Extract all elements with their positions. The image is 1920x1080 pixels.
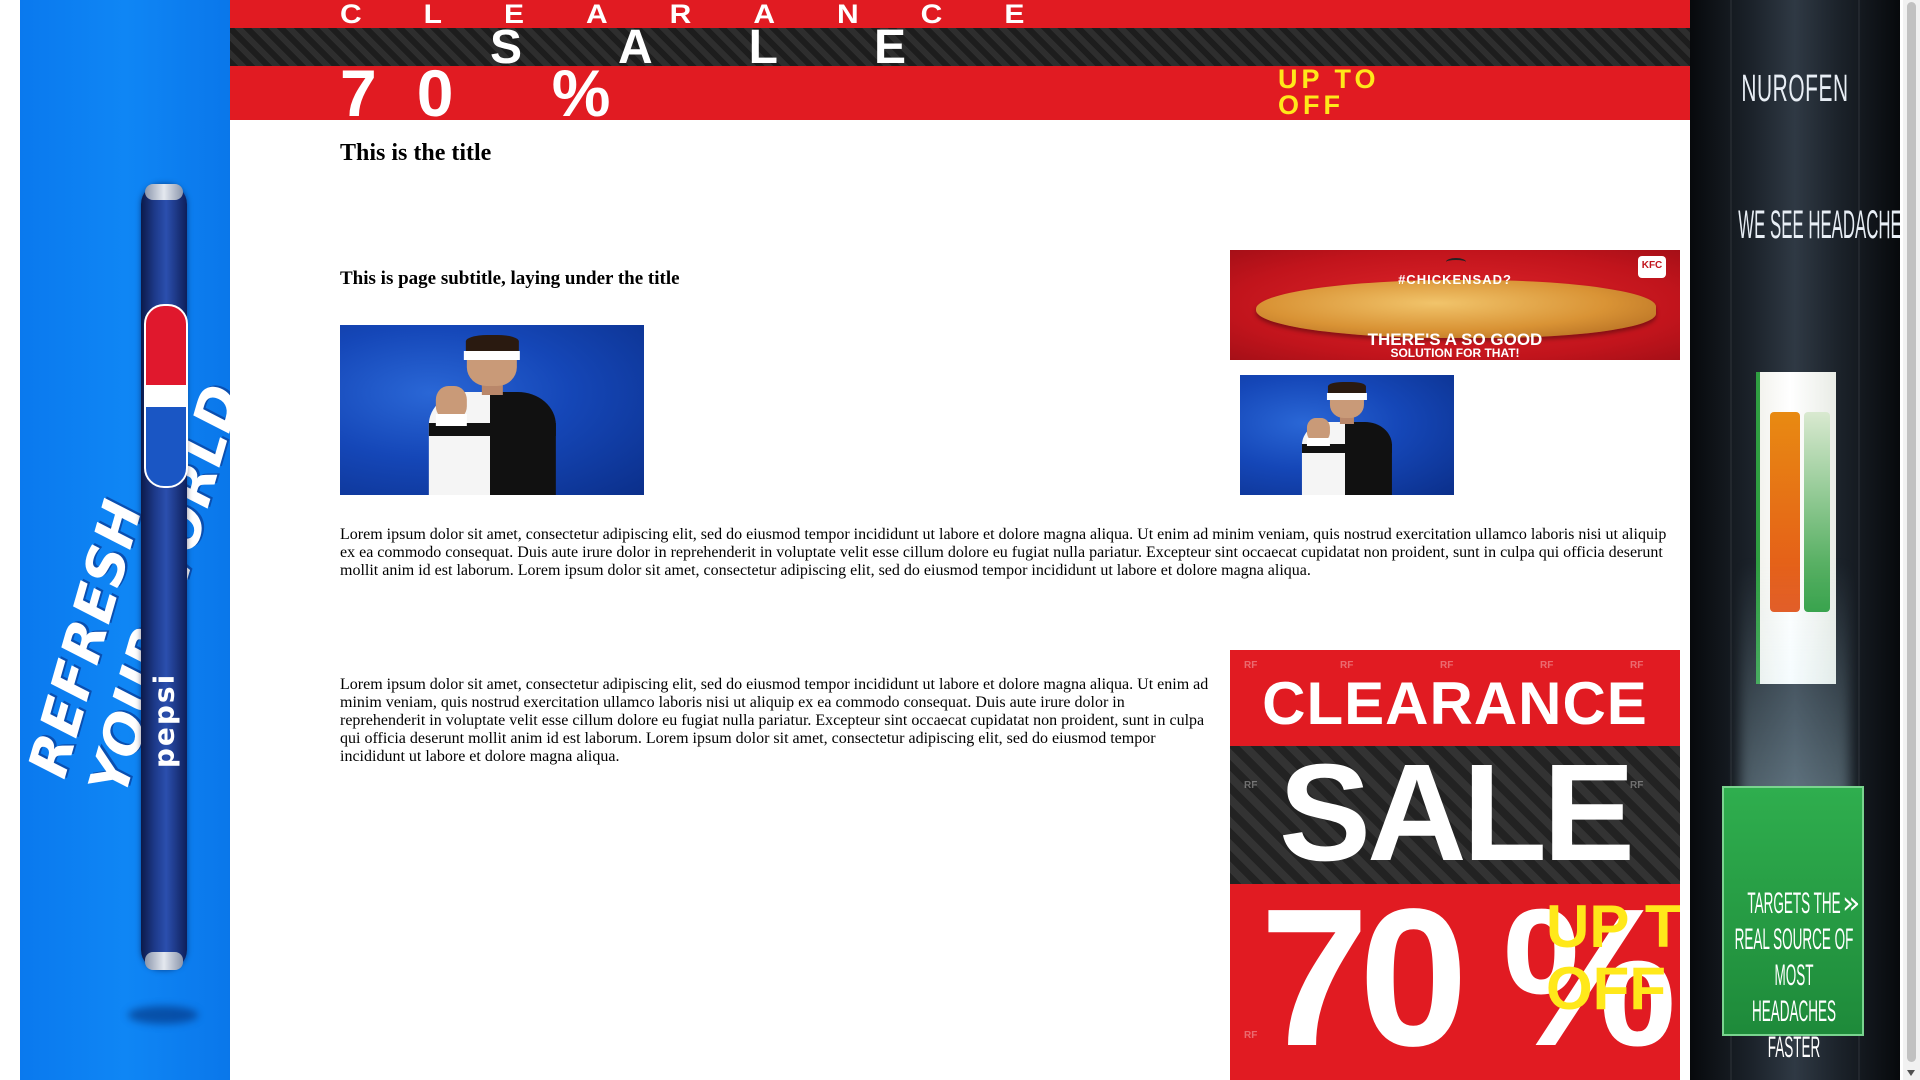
kfc-banner-ad[interactable]: #CHICKENSAD? KFC THERE'S A SO GOOD SOLUT… [1230,250,1680,360]
banner-percent-text: 70 % [340,56,651,120]
can-shadow [128,1006,198,1024]
upto-text: UP TO [1546,893,1680,960]
rf-watermark: RF [1244,660,1258,671]
sad-face-icon [1446,258,1466,266]
player-headband [1327,393,1367,401]
page-title: This is the title [340,140,492,166]
upto-off-text: UP TO OFF [1546,896,1680,1020]
player-hair [465,335,519,352]
tennis-player-photo-small [1240,375,1454,495]
vertical-scrollbar[interactable] [1903,0,1920,1080]
off-text: OFF [1546,955,1666,1022]
kfc-hashtag: #CHICKENSAD? [1398,272,1512,287]
scroll-down-arrow-icon[interactable] [1907,1070,1915,1076]
pepsi-brand: pepsi [147,672,181,769]
clearance-sale-ad[interactable]: RF RF RF RF RF RF RF RF RF CLEARANCE SAL… [1230,650,1680,1080]
banner-off-text: OFF [1278,90,1344,120]
player-wristband [1307,437,1330,447]
pepsi-slogan: REFRESH YOUR WORLD [20,377,230,802]
clearance-text: CLEARANCE [1262,670,1648,737]
player-wristband [435,413,468,427]
nurofen-brand: NUROFEN [1741,68,1849,110]
player-figure [1285,382,1409,495]
pepsi-globe-icon [144,304,188,488]
nurofen-claim: TARGETS THE REAL SOURCE OF MOST HEADACHE… [1734,887,1854,1064]
kfc-logo: KFC [1638,256,1666,278]
player-figure [404,335,580,495]
kfc-line2: SOLUTION FOR THAT! [1390,346,1520,360]
kfc-logo-text: KFC [1641,260,1663,271]
banner-upto-off-text: UP TO OFF [1278,64,1380,120]
body-paragraph-2: Lorem ipsum dolor sit amet, consectetur … [340,676,1209,765]
can-bottom [145,952,183,970]
page-subtitle: This is page subtitle, laying under the … [340,268,680,289]
chevron-right-icon[interactable]: » [1842,886,1860,921]
player-hair [1328,382,1366,394]
top-clearance-banner[interactable]: CLEARANCE SALE 70 % UP TO OFF [230,0,1690,120]
right-skyscraper-ad[interactable]: NUROFEN WE SEE HEADACHES DIFFERENTLY TAR… [1690,0,1900,1080]
player-headband [463,351,521,361]
banner-upto-text: UP TO [1278,64,1380,94]
tennis-player-photo-large [340,325,644,495]
pepsi-can-image: pepsi [141,184,188,970]
left-skyscraper-ad[interactable]: REFRESH YOUR WORLD pepsi [20,0,230,1080]
rf-watermark: RF [1244,1030,1258,1041]
can-top [145,184,183,200]
body-paragraph-1: Lorem ipsum dolor sit amet, consectetur … [340,526,1667,579]
light-beam [1740,560,1850,820]
scrollbar-thumb[interactable] [1907,2,1916,1062]
sale-text: SALE [1278,736,1635,890]
nurofen-tagline: WE SEE HEADACHES DIFFERENTLY [1738,203,1900,247]
